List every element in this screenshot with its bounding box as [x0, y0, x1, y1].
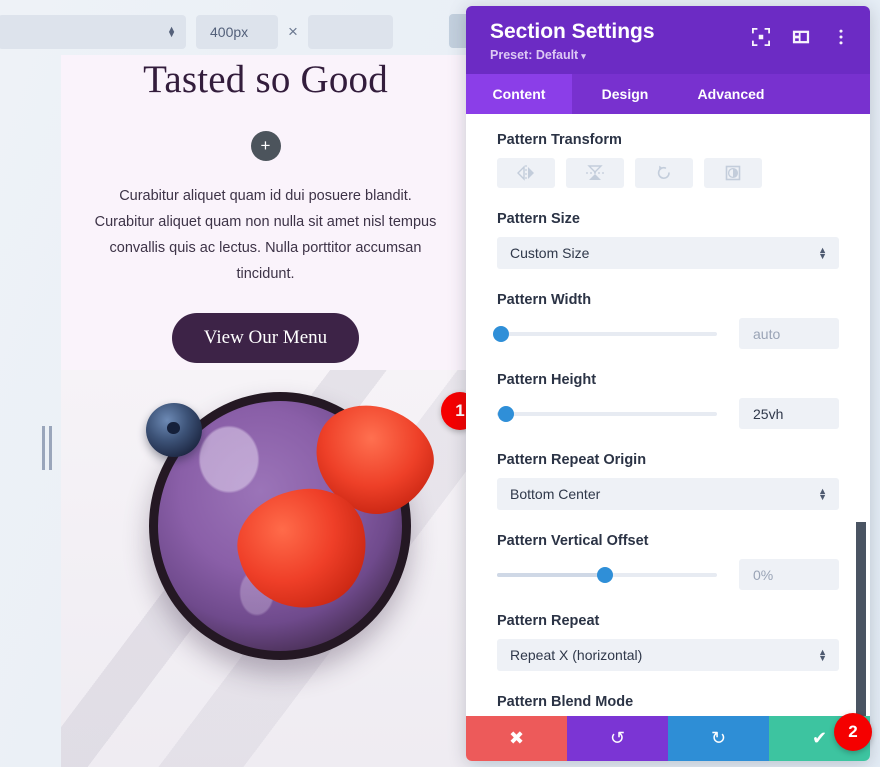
pattern-height-group: Pattern Height 25vh: [497, 372, 839, 429]
blackberry-icon: [168, 668, 248, 738]
pattern-vertical-offset-group: Pattern Vertical Offset 0%: [497, 533, 839, 590]
pattern-vertical-offset-slider[interactable]: [497, 566, 717, 583]
pattern-repeat-select[interactable]: Repeat X (horizontal) ▲ ▼: [497, 639, 839, 671]
pattern-size-label: Pattern Size: [497, 211, 580, 227]
pattern-transform-group: Pattern Transform: [497, 132, 839, 188]
flip-horizontal-button[interactable]: [497, 158, 555, 188]
smoothie-bowl-image: [61, 370, 470, 767]
pattern-repeat-origin-select[interactable]: Bottom Center ▲ ▼: [497, 478, 839, 510]
toolbar-height-input[interactable]: [307, 15, 393, 49]
pattern-size-value: Custom Size: [510, 245, 590, 261]
panel-header-icons: [752, 28, 850, 46]
pattern-repeat-label: Pattern Repeat: [497, 613, 600, 629]
more-options-icon[interactable]: [832, 28, 850, 46]
chevron-down-icon: ▾: [581, 51, 586, 61]
panel-action-bar: ✖ ↺ ↻ ✔: [466, 716, 870, 761]
chevron-updown-icon: ▲ ▼: [167, 24, 176, 39]
pattern-height-slider-knob[interactable]: [497, 405, 514, 422]
pattern-repeat-origin-label: Pattern Repeat Origin: [497, 452, 647, 468]
pattern-repeat-group: Pattern Repeat Repeat X (horizontal) ▲ ▼: [497, 613, 839, 671]
blackberry-icon: [269, 632, 375, 730]
section-resize-handle[interactable]: [42, 426, 52, 470]
pattern-repeat-value: Repeat X (horizontal): [510, 647, 643, 663]
rotate-button[interactable]: [635, 158, 693, 188]
pattern-height-input[interactable]: 25vh: [739, 398, 839, 429]
panel-tabs: Content Design Advanced: [466, 74, 870, 114]
add-module-button[interactable]: +: [250, 131, 281, 161]
pattern-size-select[interactable]: Custom Size ▲ ▼: [497, 237, 839, 269]
invert-button[interactable]: [704, 158, 762, 188]
app-root: ▲ ▼ 400px × Tasted so Good + Curabitur al…: [0, 0, 880, 767]
pattern-blend-mode-group: Pattern Blend Mode: [497, 694, 839, 716]
annotation-badge-2: 2: [834, 713, 872, 751]
pattern-size-group: Pattern Size Custom Size ▲ ▼: [497, 211, 839, 269]
tab-design[interactable]: Design: [572, 74, 678, 114]
pattern-vertical-offset-slider-knob[interactable]: [596, 566, 613, 583]
invert-icon: [725, 165, 741, 181]
page-preview: Tasted so Good + Curabitur aliquet quam …: [61, 55, 470, 767]
toolbar-device-select[interactable]: ▲ ▼: [0, 15, 186, 49]
pattern-blend-mode-label: Pattern Blend Mode: [497, 694, 634, 710]
cancel-button[interactable]: ✖: [466, 716, 567, 761]
view-our-menu-button[interactable]: View Our Menu: [171, 313, 360, 363]
pattern-width-slider[interactable]: [493, 325, 717, 342]
redo-button[interactable]: ↻: [668, 716, 769, 761]
pattern-width-group: Pattern Width auto: [493, 292, 839, 349]
focus-target-icon[interactable]: [752, 28, 770, 46]
pattern-width-input[interactable]: auto: [739, 318, 839, 349]
pattern-width-slider-knob[interactable]: [493, 325, 510, 342]
tab-advanced[interactable]: Advanced: [678, 74, 784, 114]
tab-content[interactable]: Content: [466, 74, 572, 114]
pattern-repeat-origin-group: Pattern Repeat Origin Bottom Center ▲ ▼: [497, 452, 839, 510]
rotate-icon: [657, 165, 670, 179]
pattern-vertical-offset-label: Pattern Vertical Offset: [497, 533, 649, 549]
pattern-width-label: Pattern Width: [497, 292, 592, 308]
chevron-updown-icon: ▲ ▼: [818, 647, 827, 663]
panel-body: Pattern Transform Pattern Size Custom Si…: [466, 114, 870, 716]
toolbar-dimension-separator: ×: [288, 22, 298, 41]
page-body-text: Curabitur aliquet quam id dui posuere bl…: [94, 188, 437, 282]
builder-toolbar: ▲ ▼ 400px ×: [0, 12, 480, 52]
flip-vertical-icon: [586, 165, 604, 180]
preset-label: Preset: Default: [490, 48, 579, 62]
chevron-updown-icon: ▲ ▼: [818, 486, 827, 502]
panel-layout-icon[interactable]: [792, 28, 810, 46]
blueberry-icon: [146, 403, 202, 457]
panel-scrollbar[interactable]: [856, 522, 866, 716]
preset-dropdown[interactable]: Preset: Default ▾: [490, 48, 586, 62]
flip-horizontal-icon: [517, 165, 534, 181]
undo-button[interactable]: ↺: [567, 716, 668, 761]
pattern-repeat-origin-value: Bottom Center: [510, 486, 601, 502]
pattern-height-slider[interactable]: [497, 405, 717, 422]
panel-header: Section Settings Preset: Default ▾: [466, 6, 870, 74]
pattern-height-label: Pattern Height: [497, 372, 597, 388]
pattern-transform-label: Pattern Transform: [497, 132, 622, 148]
section-settings-panel: Section Settings Preset: Default ▾ Conte…: [466, 6, 870, 761]
flip-vertical-button[interactable]: [566, 158, 624, 188]
toolbar-width-input[interactable]: 400px: [196, 15, 278, 49]
chevron-updown-icon: ▲ ▼: [818, 245, 827, 261]
page-title: Tasted so Good: [143, 58, 388, 101]
pattern-vertical-offset-input[interactable]: 0%: [739, 559, 839, 590]
